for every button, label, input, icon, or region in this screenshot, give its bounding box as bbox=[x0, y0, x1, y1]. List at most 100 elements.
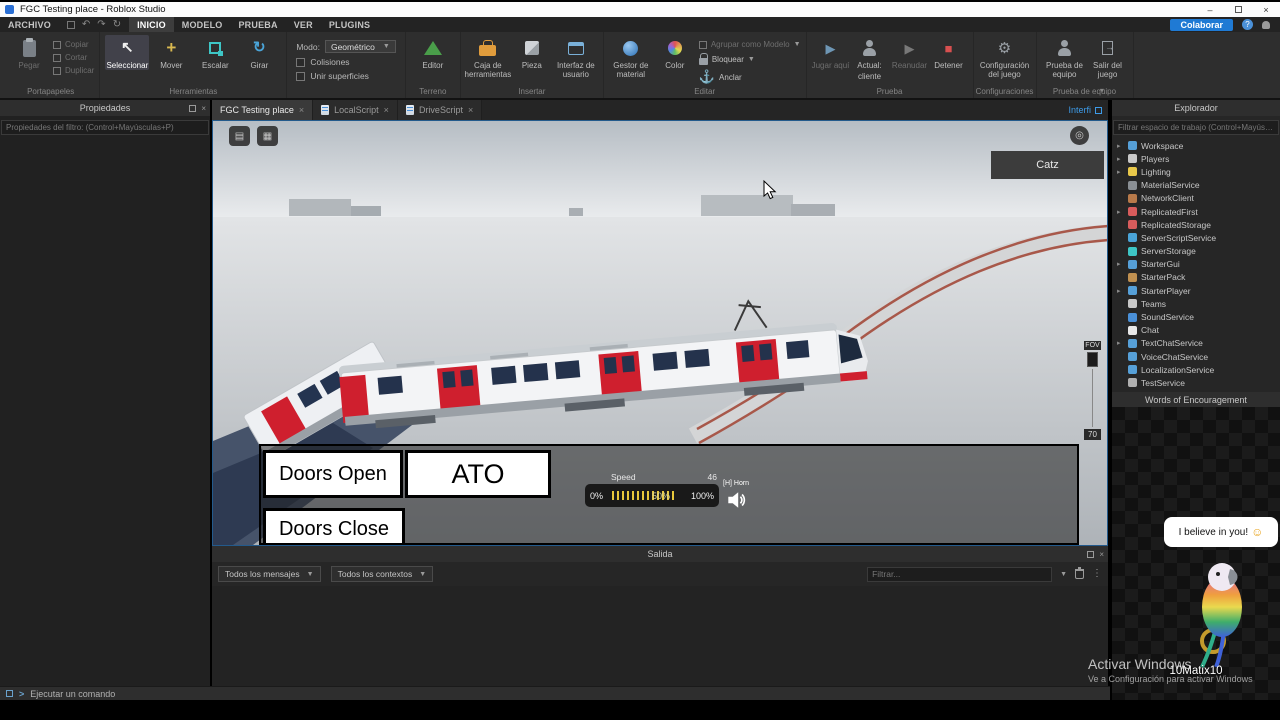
explorer-tree-item[interactable]: ▸ StarterPack bbox=[1112, 271, 1280, 284]
color-button[interactable]: Color bbox=[653, 35, 697, 70]
collisions-checkbox[interactable] bbox=[296, 57, 306, 67]
current-client-dropdown[interactable]: Actual: cliente bbox=[850, 35, 890, 81]
output-header[interactable]: Salida × bbox=[212, 546, 1108, 562]
command-bar[interactable]: > Ejecutar un comando bbox=[0, 686, 1110, 700]
fov-control[interactable]: FOV 70 bbox=[1084, 341, 1101, 440]
notifications-bell-icon[interactable] bbox=[1262, 20, 1270, 29]
lock-button[interactable]: Bloquear ▼ bbox=[698, 53, 801, 65]
float-panel-icon[interactable] bbox=[189, 104, 197, 112]
team-test-button[interactable]: Prueba de equipo bbox=[1042, 35, 1088, 79]
close-panel-icon[interactable]: × bbox=[1099, 550, 1104, 559]
chevron-right-icon[interactable]: ▸ bbox=[1117, 168, 1124, 176]
explorer-header[interactable]: Explorador bbox=[1112, 100, 1280, 116]
viewport-3d[interactable]: ▤ ▦ ◎ Catz FOV 70 Doors Open ATO Doors C… bbox=[212, 120, 1108, 546]
menu-inicio[interactable]: INICIO bbox=[129, 17, 174, 32]
refresh-icon[interactable]: ↻ bbox=[113, 19, 121, 30]
explorer-tree-item[interactable]: ▸ Teams bbox=[1112, 297, 1280, 310]
fov-slider-track[interactable] bbox=[1092, 369, 1093, 427]
mode-dropdown[interactable]: Geométrico ▼ bbox=[324, 40, 396, 53]
duplicate-button[interactable]: Duplicar bbox=[53, 66, 94, 75]
tab-drivescript[interactable]: DriveScript × bbox=[397, 100, 483, 120]
catz-button[interactable]: Catz bbox=[991, 151, 1104, 179]
close-button[interactable]: × bbox=[1252, 2, 1280, 17]
explorer-tree-item[interactable]: ▸ ReplicatedFirst bbox=[1112, 205, 1280, 218]
explorer-tree-item[interactable]: ▸ NetworkClient bbox=[1112, 192, 1280, 205]
select-tool-button[interactable]: ↖ Seleccionar bbox=[105, 35, 150, 71]
messages-filter-dropdown[interactable]: Todos los mensajes ▼ bbox=[218, 566, 321, 582]
tab-place[interactable]: FGC Testing place × bbox=[212, 100, 314, 120]
close-panel-icon[interactable]: × bbox=[201, 104, 206, 113]
help-icon[interactable]: ? bbox=[1242, 19, 1253, 30]
doors-open-button[interactable]: Doors Open bbox=[263, 450, 403, 498]
properties-filter-input[interactable] bbox=[1, 120, 209, 135]
explorer-tree-item[interactable]: ▸ StarterGui bbox=[1112, 258, 1280, 271]
group-model-button[interactable]: Agrupar como Modelo ▼ bbox=[698, 40, 801, 49]
explorer-tree-item[interactable]: ▸ ServerStorage bbox=[1112, 245, 1280, 258]
paste-button[interactable]: Pegar bbox=[7, 35, 51, 70]
chevron-right-icon[interactable]: ▸ bbox=[1117, 260, 1124, 268]
minimize-button[interactable]: – bbox=[1196, 2, 1224, 17]
menu-modelo[interactable]: MODELO bbox=[174, 17, 231, 32]
menu-archivo[interactable]: ARCHIVO bbox=[0, 17, 59, 32]
explorer-tree-item[interactable]: ▸ TextChatService bbox=[1112, 337, 1280, 350]
tab-close-icon[interactable]: × bbox=[468, 105, 473, 115]
menu-plugins[interactable]: PLUGINS bbox=[321, 17, 378, 32]
join-surfaces-checkbox[interactable] bbox=[296, 71, 306, 81]
toolbox-button[interactable]: Caja de herramientas bbox=[465, 35, 511, 79]
chevron-right-icon[interactable]: ▸ bbox=[1117, 208, 1124, 216]
ato-button[interactable]: ATO bbox=[405, 450, 551, 498]
interface-corner-link[interactable]: Interfi bbox=[1068, 100, 1102, 120]
exit-game-button[interactable]: Salir del juego bbox=[1088, 35, 1128, 79]
undo-icon[interactable]: ↶ bbox=[82, 19, 90, 30]
explorer-tree-item[interactable]: ▸ TestService bbox=[1112, 376, 1280, 389]
menu-prueba[interactable]: PRUEBA bbox=[230, 17, 285, 32]
explorer-tree-item[interactable]: ▸ SoundService bbox=[1112, 310, 1280, 323]
tab-localscript[interactable]: LocalScript × bbox=[313, 100, 398, 120]
trash-icon[interactable] bbox=[1075, 567, 1084, 579]
save-icon[interactable] bbox=[66, 20, 75, 29]
menu-ver[interactable]: VER bbox=[286, 17, 321, 32]
part-button[interactable]: Pieza bbox=[510, 35, 554, 70]
explorer-tree-item[interactable]: ▸ VoiceChatService bbox=[1112, 350, 1280, 363]
explorer-tree-item[interactable]: ▸ ServerScriptService bbox=[1112, 231, 1280, 244]
properties-header[interactable]: Propiedades × bbox=[0, 100, 210, 116]
chevron-right-icon[interactable]: ▸ bbox=[1117, 142, 1124, 150]
stop-button[interactable]: ■ Detener bbox=[930, 35, 968, 71]
explorer-filter-input[interactable] bbox=[1113, 120, 1279, 135]
explorer-tree-item[interactable]: ▸ Workspace bbox=[1112, 139, 1280, 152]
move-tool-button[interactable]: + Mover bbox=[149, 35, 193, 70]
fov-slider-handle[interactable] bbox=[1087, 352, 1098, 367]
redo-icon[interactable]: ↷ bbox=[97, 19, 105, 30]
ui-button[interactable]: Interfaz de usuario bbox=[554, 35, 598, 79]
explorer-tree-item[interactable]: ▸ ReplicatedStorage bbox=[1112, 218, 1280, 231]
horn-control[interactable]: [H] Horn bbox=[723, 480, 749, 511]
doors-close-button[interactable]: Doors Close bbox=[263, 508, 405, 543]
explorer-tree-item[interactable]: ▸ Lighting bbox=[1112, 165, 1280, 178]
output-filter-input[interactable] bbox=[867, 566, 1053, 582]
tab-close-icon[interactable]: × bbox=[384, 105, 389, 115]
speaker-icon[interactable] bbox=[725, 489, 747, 511]
viewport-tool-button-2[interactable]: ▦ bbox=[257, 126, 278, 146]
explorer-tree-item[interactable]: ▸ Players bbox=[1112, 152, 1280, 165]
cut-button[interactable]: Cortar bbox=[53, 53, 94, 62]
chevron-down-icon[interactable]: ▼ bbox=[1060, 571, 1067, 578]
resume-button[interactable]: ▶ Reanudar bbox=[890, 35, 930, 71]
rotate-tool-button[interactable]: ↻ Girar bbox=[237, 35, 281, 70]
chevron-right-icon[interactable]: ▸ bbox=[1117, 339, 1124, 347]
maximize-button[interactable] bbox=[1224, 2, 1252, 17]
chevron-right-icon[interactable]: ▸ bbox=[1117, 155, 1124, 163]
kebab-menu-icon[interactable]: ⋮ bbox=[1092, 569, 1102, 579]
explorer-tree-item[interactable]: ▸ MaterialService bbox=[1112, 179, 1280, 192]
tab-close-icon[interactable]: × bbox=[299, 105, 304, 115]
float-panel-icon[interactable] bbox=[1087, 550, 1095, 558]
explorer-tree-item[interactable]: ▸ StarterPlayer bbox=[1112, 284, 1280, 297]
material-manager-button[interactable]: Gestor de material bbox=[609, 35, 653, 79]
output-content[interactable] bbox=[212, 586, 1108, 686]
scale-tool-button[interactable]: Escalar bbox=[193, 35, 237, 70]
collaborate-button[interactable]: Colaborar bbox=[1170, 18, 1233, 31]
context-filter-dropdown[interactable]: Todos los contextos ▼ bbox=[330, 566, 434, 582]
join-surfaces-toggle[interactable]: Unir superficies bbox=[296, 71, 396, 81]
anchor-button[interactable]: ⚓ Anclar bbox=[699, 69, 801, 85]
ribbon-collapse-icon[interactable]: ▾ bbox=[1100, 86, 1104, 95]
play-here-button[interactable]: ▶ Jugar aquí bbox=[812, 35, 850, 71]
